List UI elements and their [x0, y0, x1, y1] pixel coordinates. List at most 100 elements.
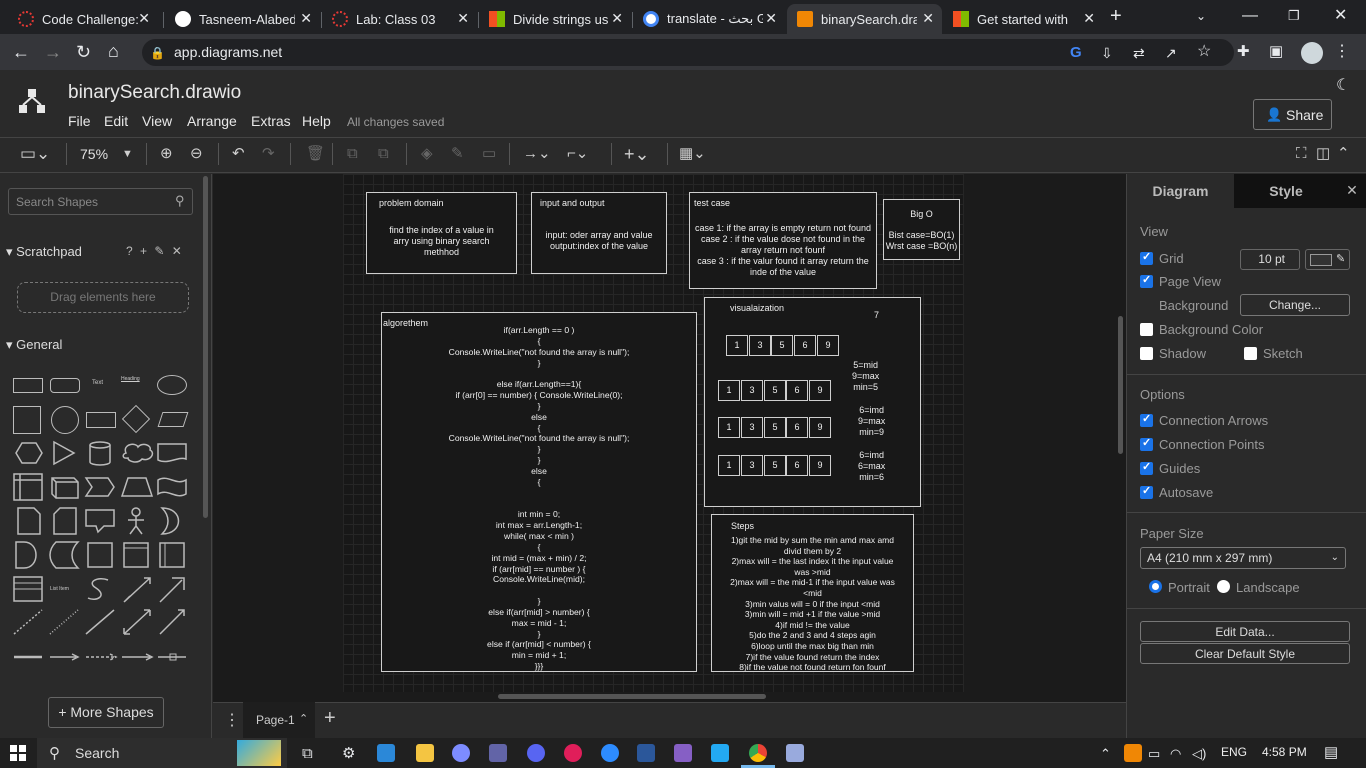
- browser-tab-active[interactable]: binarySearch.dra ✕: [787, 4, 942, 34]
- app-icon[interactable]: [786, 744, 804, 762]
- fullscreen-icon[interactable]: ⛶: [1296, 145, 1307, 163]
- table-icon[interactable]: ▦⌄: [679, 145, 706, 163]
- zoom-level[interactable]: 75%: [80, 145, 108, 163]
- grid-size-input[interactable]: 10 pt: [1240, 249, 1300, 270]
- discord-icon[interactable]: [527, 744, 545, 762]
- close-tab-icon[interactable]: ✕: [922, 10, 934, 27]
- problem-domain-box[interactable]: problem domain find the index of a value…: [366, 192, 517, 274]
- zoom-in-icon[interactable]: ⊕: [160, 145, 173, 163]
- close-tab-icon[interactable]: ✕: [457, 10, 469, 27]
- delete-icon[interactable]: 🗑: [306, 145, 325, 163]
- line-color-icon[interactable]: ✎: [451, 145, 464, 163]
- square-shape[interactable]: [13, 406, 41, 434]
- grid-checkbox[interactable]: [1140, 250, 1153, 265]
- shadow-icon[interactable]: ▭: [482, 145, 496, 163]
- vscode-icon[interactable]: [711, 744, 729, 762]
- scratchpad-header[interactable]: ▾ Scratchpad: [6, 244, 82, 260]
- back-icon[interactable]: ←: [12, 42, 30, 62]
- general-header[interactable]: ▾ General: [6, 337, 62, 353]
- notifications-icon[interactable]: ▤: [1324, 743, 1338, 763]
- volume-icon[interactable]: ◁): [1192, 744, 1206, 764]
- share-page-icon[interactable]: ↗: [1165, 43, 1177, 63]
- fill-color-icon[interactable]: ◈: [421, 145, 433, 163]
- steps-box[interactable]: Steps 1)git the mid by sum the min amd m…: [711, 514, 914, 672]
- add-page-icon[interactable]: +: [324, 707, 336, 730]
- home-icon[interactable]: ⌂: [108, 41, 119, 61]
- circle-shape[interactable]: [51, 406, 79, 434]
- ellipse-shape[interactable]: [157, 375, 187, 395]
- portrait-radio[interactable]: [1149, 580, 1162, 593]
- redo-icon[interactable]: ↷: [262, 145, 275, 163]
- guides-checkbox[interactable]: [1140, 460, 1153, 475]
- slack-icon[interactable]: [564, 744, 582, 762]
- undo-icon[interactable]: ↶: [232, 145, 245, 163]
- browser-tab[interactable]: Lab: Class 03 ✕: [322, 4, 477, 34]
- landscape-radio[interactable]: [1217, 580, 1230, 593]
- teams-icon[interactable]: [489, 744, 507, 762]
- zoom-dropdown-icon[interactable]: ▼: [122, 145, 133, 163]
- theme-toggle-icon[interactable]: ☾: [1336, 76, 1350, 96]
- sidebar-scrollbar[interactable]: [203, 176, 208, 518]
- clock[interactable]: 4:58 PM: [1262, 745, 1307, 759]
- canvas-hscrollbar[interactable]: [498, 694, 766, 699]
- rounded-rectangle-shape[interactable]: [50, 378, 80, 393]
- menu-view[interactable]: View: [142, 113, 172, 129]
- toggle-panel-icon[interactable]: ◫: [1316, 145, 1330, 163]
- sketch-checkbox[interactable]: [1244, 347, 1257, 360]
- minimize-icon[interactable]: —: [1242, 6, 1258, 26]
- google-lens-icon[interactable]: G: [1070, 43, 1082, 63]
- close-window-icon[interactable]: ✕: [1334, 6, 1347, 26]
- change-background-button[interactable]: Change...: [1240, 294, 1350, 316]
- tab-style[interactable]: Style: [1234, 174, 1338, 208]
- list-item-shape[interactable]: List Item: [50, 586, 69, 592]
- file-explorer-icon[interactable]: [416, 744, 434, 762]
- task-view-icon[interactable]: ⧉: [302, 744, 313, 764]
- autosave-checkbox[interactable]: [1140, 484, 1153, 499]
- new-tab-icon[interactable]: +: [1110, 6, 1122, 26]
- profile-avatar[interactable]: [1301, 42, 1323, 64]
- connection-arrows-checkbox[interactable]: [1140, 412, 1153, 427]
- tab-search-icon[interactable]: ⌄: [1196, 6, 1206, 26]
- word-icon[interactable]: [637, 744, 655, 762]
- search-shapes-input[interactable]: Search Shapes ⚲: [8, 188, 193, 215]
- more-shapes-button[interactable]: + More Shapes: [48, 697, 164, 728]
- shadow-checkbox[interactable]: [1140, 347, 1153, 360]
- collapse-toolbar-icon[interactable]: ⌃: [1337, 145, 1350, 163]
- share-button[interactable]: 👤 Share: [1253, 99, 1332, 130]
- chrome-icon[interactable]: [749, 744, 767, 762]
- input-output-box[interactable]: input and output input: oder array and v…: [531, 192, 667, 274]
- process-shape[interactable]: [86, 412, 116, 428]
- scratchpad-controls[interactable]: ? + ✎ ✕: [126, 244, 182, 258]
- to-back-icon[interactable]: ⧉: [378, 145, 389, 163]
- reload-icon[interactable]: ↻: [76, 42, 91, 62]
- restore-icon[interactable]: ❐: [1288, 6, 1300, 26]
- bookmark-star-icon[interactable]: ☆: [1197, 42, 1211, 62]
- app-icon[interactable]: [452, 744, 470, 762]
- forward-icon[interactable]: →: [44, 42, 62, 62]
- zoom-icon[interactable]: [601, 744, 619, 762]
- menu-file[interactable]: File: [68, 113, 91, 129]
- browser-tab[interactable]: Get started with ✕: [943, 4, 1103, 34]
- clear-default-style-button[interactable]: Clear Default Style: [1140, 643, 1350, 664]
- tray-app-icon[interactable]: [1124, 744, 1142, 762]
- install-icon[interactable]: ⇩: [1101, 43, 1113, 63]
- parallelogram-shape[interactable]: [157, 412, 189, 427]
- scratchpad-dropzone[interactable]: Drag elements here: [17, 282, 189, 313]
- big-o-box[interactable]: Big O Bist case=BO(1) Wrst case =BO(n): [883, 199, 960, 260]
- extensions-icon[interactable]: ✚: [1237, 42, 1250, 62]
- page-tab[interactable]: Page-1 ⌃: [243, 702, 315, 738]
- document-title[interactable]: binarySearch.drawio: [68, 82, 241, 104]
- algorithm-box[interactable]: algorethem if(arr.Length == 0 ) { Consol…: [381, 312, 697, 672]
- close-panel-icon[interactable]: ✕: [1338, 174, 1366, 208]
- tab-diagram[interactable]: Diagram: [1127, 174, 1234, 208]
- zoom-out-icon[interactable]: ⊖: [190, 145, 203, 163]
- chrome-menu-icon[interactable]: ⋮: [1334, 42, 1350, 62]
- page-view-checkbox[interactable]: [1140, 273, 1153, 288]
- menu-edit[interactable]: Edit: [104, 113, 128, 129]
- textbox-shape[interactable]: Heading: [121, 376, 140, 382]
- close-tab-icon[interactable]: ✕: [611, 10, 623, 27]
- translate-icon[interactable]: ⇄: [1133, 43, 1145, 63]
- close-tab-icon[interactable]: ✕: [1083, 10, 1095, 27]
- browser-tab[interactable]: Tasneem-Alabed/✕: [165, 4, 320, 34]
- grid-color-button[interactable]: ✎: [1305, 249, 1350, 270]
